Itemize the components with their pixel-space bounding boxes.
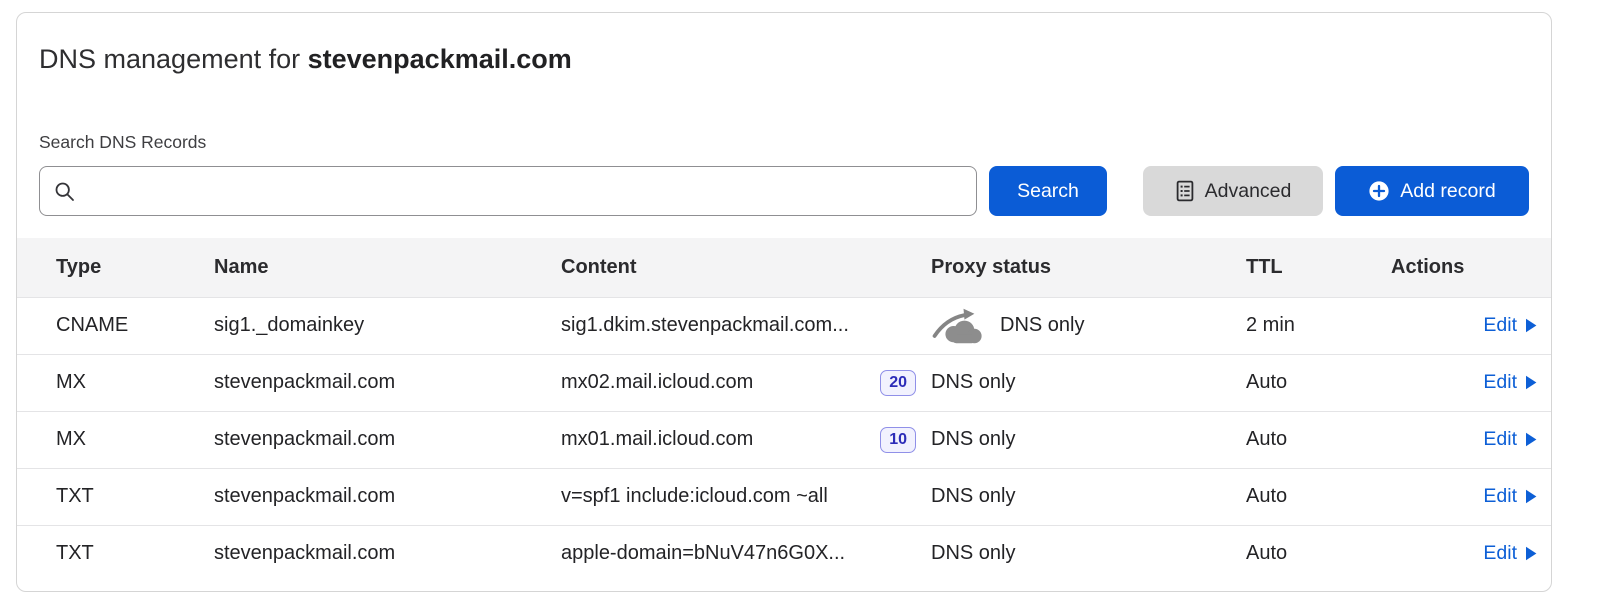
mx-priority-badge: 10 [880, 427, 916, 453]
dns-only-cloud-icon [931, 307, 987, 345]
add-record-button-label: Add record [1400, 180, 1495, 203]
advanced-button[interactable]: Advanced [1143, 166, 1323, 216]
search-button[interactable]: Search [989, 166, 1107, 216]
dns-management-card: DNS management for stevenpackmail.com Se… [16, 12, 1552, 592]
edit-label: Edit [1483, 428, 1517, 451]
record-content-cell: apple-domain=bNuV47n6G0X... [522, 525, 892, 582]
search-records-label: Search DNS Records [39, 132, 1529, 153]
record-content: sig1.dkim.stevenpackmail.com... [561, 314, 849, 337]
dns-table-header: Type Name Content Proxy status TTL Actio… [17, 238, 1551, 297]
record-content: mx01.mail.icloud.com [561, 428, 753, 451]
record-actions-cell: Edit [1352, 411, 1551, 468]
table-row: TXT stevenpackmail.com v=spf1 include:ic… [17, 468, 1551, 525]
search-button-label: Search [1017, 180, 1079, 203]
table-row: MX stevenpackmail.com mx02.mail.icloud.c… [17, 354, 1551, 411]
record-ttl: Auto [1207, 468, 1352, 525]
edit-chevron-icon [1525, 432, 1537, 447]
record-name: stevenpackmail.com [175, 411, 522, 468]
edit-chevron-icon [1525, 318, 1537, 333]
table-row: TXT stevenpackmail.com apple-domain=bNuV… [17, 525, 1551, 582]
edit-record-button[interactable]: Edit [1483, 428, 1537, 451]
search-input[interactable] [85, 180, 962, 203]
edit-label: Edit [1483, 485, 1517, 508]
dns-table-body: CNAME sig1._domainkey sig1.dkim.stevenpa… [17, 297, 1551, 582]
header-actions: Actions [1352, 238, 1551, 297]
record-name: stevenpackmail.com [175, 525, 522, 582]
record-type: MX [17, 411, 175, 468]
record-content: mx02.mail.icloud.com [561, 371, 753, 394]
dns-records-table: Type Name Content Proxy status TTL Actio… [17, 238, 1551, 582]
proxy-status-text: DNS only [931, 485, 1015, 508]
record-name: sig1._domainkey [175, 297, 522, 354]
header-content: Content [522, 238, 892, 297]
record-type: MX [17, 354, 175, 411]
record-content-cell: mx01.mail.icloud.com 10 [522, 411, 892, 468]
edit-record-button[interactable]: Edit [1483, 485, 1537, 508]
proxy-status-text: DNS only [1000, 314, 1084, 337]
search-input-container[interactable] [39, 166, 977, 216]
edit-label: Edit [1483, 542, 1517, 565]
plus-circle-icon [1368, 180, 1390, 202]
page-title: DNS management for stevenpackmail.com [39, 43, 1529, 76]
dns-controls-row: Search Advanced Add record [39, 166, 1529, 216]
proxy-status-cell: DNS only [892, 354, 1207, 411]
record-content-cell: v=spf1 include:icloud.com ~all [522, 468, 892, 525]
header-type: Type [17, 238, 175, 297]
record-type: TXT [17, 525, 175, 582]
edit-record-button[interactable]: Edit [1483, 542, 1537, 565]
search-icon [54, 181, 75, 202]
record-ttl: 2 min [1207, 297, 1352, 354]
record-type: CNAME [17, 297, 175, 354]
record-actions-cell: Edit [1352, 525, 1551, 582]
record-ttl: Auto [1207, 411, 1352, 468]
record-ttl: Auto [1207, 354, 1352, 411]
proxy-status-cell: DNS only [892, 411, 1207, 468]
record-ttl: Auto [1207, 525, 1352, 582]
record-content-cell: sig1.dkim.stevenpackmail.com... [522, 297, 892, 354]
proxy-status-text: DNS only [931, 428, 1015, 451]
header-proxy-status: Proxy status [892, 238, 1207, 297]
record-content: v=spf1 include:icloud.com ~all [561, 485, 828, 508]
edit-record-button[interactable]: Edit [1483, 314, 1537, 337]
proxy-status-text: DNS only [931, 542, 1015, 565]
edit-chevron-icon [1525, 489, 1537, 504]
record-actions-cell: Edit [1352, 297, 1551, 354]
proxy-status-cell: DNS only [892, 468, 1207, 525]
record-content-cell: mx02.mail.icloud.com 20 [522, 354, 892, 411]
record-name: stevenpackmail.com [175, 354, 522, 411]
advanced-list-icon [1175, 180, 1195, 202]
proxy-status-text: DNS only [931, 371, 1015, 394]
edit-chevron-icon [1525, 546, 1537, 561]
advanced-button-label: Advanced [1205, 180, 1292, 203]
header-ttl: TTL [1207, 238, 1352, 297]
edit-label: Edit [1483, 371, 1517, 394]
zone-name: stevenpackmail.com [308, 44, 572, 74]
header-name: Name [175, 238, 522, 297]
record-type: TXT [17, 468, 175, 525]
record-actions-cell: Edit [1352, 468, 1551, 525]
add-record-button[interactable]: Add record [1335, 166, 1529, 216]
proxy-status-cell: DNS only [892, 297, 1207, 354]
table-row: MX stevenpackmail.com mx01.mail.icloud.c… [17, 411, 1551, 468]
edit-record-button[interactable]: Edit [1483, 371, 1537, 394]
table-row: CNAME sig1._domainkey sig1.dkim.stevenpa… [17, 297, 1551, 354]
edit-label: Edit [1483, 314, 1517, 337]
edit-chevron-icon [1525, 375, 1537, 390]
record-name: stevenpackmail.com [175, 468, 522, 525]
proxy-status-cell: DNS only [892, 525, 1207, 582]
mx-priority-badge: 20 [880, 370, 916, 396]
record-content: apple-domain=bNuV47n6G0X... [561, 542, 845, 565]
page-title-prefix: DNS management for [39, 44, 308, 74]
record-actions-cell: Edit [1352, 354, 1551, 411]
